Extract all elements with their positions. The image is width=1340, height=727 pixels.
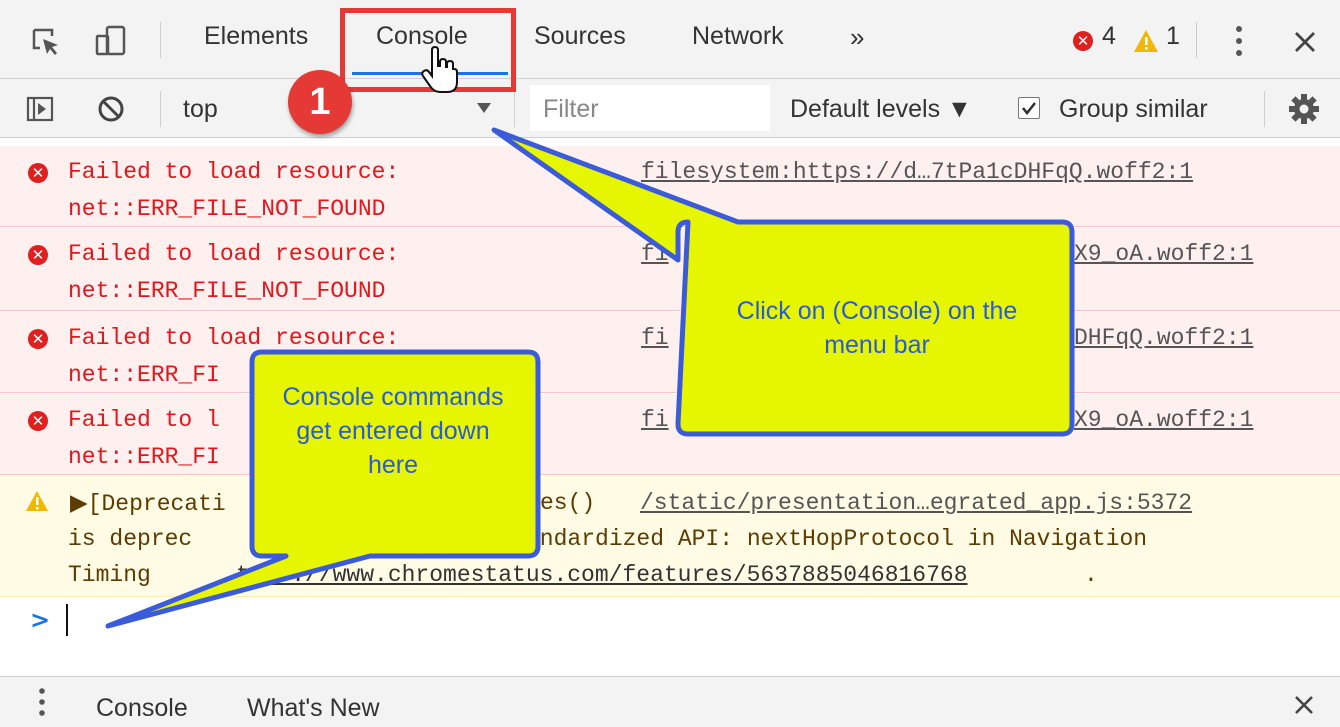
input-callout-text: Console commands get entered down here bbox=[282, 383, 504, 479]
console-callout-text: Click on (Console) on the menu bar bbox=[736, 297, 1018, 359]
console-callout-bubble bbox=[491, 127, 1075, 437]
callout-shapes bbox=[105, 127, 1075, 629]
